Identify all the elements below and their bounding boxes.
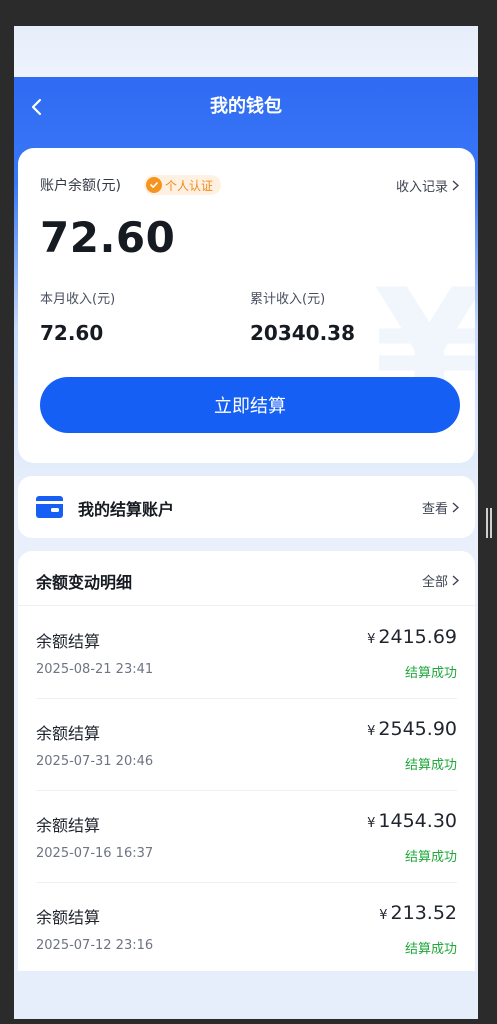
details-title: 余额变动明细 xyxy=(36,573,133,592)
income-records-label: 收入记录 xyxy=(395,180,448,195)
chevron-right-icon xyxy=(452,180,459,191)
transaction-status: 结算成功 xyxy=(404,758,457,773)
transaction-status: 结算成功 xyxy=(404,850,457,865)
transaction-amount: ¥ 1454.30 xyxy=(367,810,457,832)
transaction-name: 余额结算 xyxy=(36,632,101,651)
handle-bar xyxy=(490,508,492,538)
transaction-date: 2025-08-21 23:41 xyxy=(36,662,154,677)
transaction-amount-value: 213.52 xyxy=(390,902,457,924)
currency-symbol: ¥ xyxy=(367,632,376,647)
verification-badge: 个人认证 xyxy=(144,175,222,195)
transaction-amount-value: 2415.69 xyxy=(378,626,457,648)
app-frame: 我的钱包 ¥ 账户余额(元) 个人认证 收入记录 72.60 本月收入(元) 7… xyxy=(14,26,478,1019)
transaction-date: 2025-07-16 16:37 xyxy=(36,846,154,861)
settlement-account-label: 我的结算账户 xyxy=(78,500,175,519)
view-account-link[interactable]: 查看 xyxy=(422,498,459,517)
transaction-row[interactable]: 余额结算 2025-07-12 23:16 ¥ 213.52 结算成功 xyxy=(18,882,475,974)
transaction-row[interactable]: 余额结算 2025-07-16 16:37 ¥ 1454.30 结算成功 xyxy=(18,790,475,882)
transaction-status: 结算成功 xyxy=(404,942,457,957)
chevron-right-icon xyxy=(452,502,459,513)
status-area xyxy=(14,26,478,77)
transaction-name: 余额结算 xyxy=(36,724,101,743)
verification-badge-label: 个人认证 xyxy=(165,178,214,193)
balance-card: ¥ 账户余额(元) 个人认证 收入记录 72.60 本月收入(元) 72.60 … xyxy=(18,148,475,463)
settle-now-button[interactable]: 立即结算 xyxy=(40,377,460,433)
transaction-amount: ¥ 213.52 xyxy=(379,902,457,924)
transaction-amount: ¥ 2545.90 xyxy=(367,718,457,740)
transaction-name: 余额结算 xyxy=(36,908,101,927)
bottom-area xyxy=(14,971,478,1019)
transaction-row[interactable]: 余额结算 2025-08-21 23:41 ¥ 2415.69 结算成功 xyxy=(18,606,475,698)
wallet-card-icon xyxy=(36,496,63,518)
page-title: 我的钱包 xyxy=(210,96,282,117)
balance-label: 账户余额(元) xyxy=(40,178,121,194)
currency-symbol: ¥ xyxy=(367,724,376,739)
balance-details-card: 余额变动明细 全部 余额结算 2025-08-21 23:41 ¥ 2415.6… xyxy=(18,551,475,971)
transaction-date: 2025-07-12 23:16 xyxy=(36,938,154,953)
transaction-amount-value: 2545.90 xyxy=(378,718,457,740)
view-all-link[interactable]: 全部 xyxy=(422,571,459,590)
total-income-value: 20340.38 xyxy=(250,321,356,345)
transaction-name: 余额结算 xyxy=(36,816,101,835)
income-records-link[interactable]: 收入记录 xyxy=(396,176,459,195)
transaction-status: 结算成功 xyxy=(404,666,457,681)
total-income-label: 累计收入(元) xyxy=(250,292,326,307)
month-income-label: 本月收入(元) xyxy=(40,292,116,307)
transaction-amount-value: 1454.30 xyxy=(378,810,457,832)
transaction-amount: ¥ 2415.69 xyxy=(367,626,457,648)
month-income-value: 72.60 xyxy=(40,321,104,345)
currency-symbol: ¥ xyxy=(379,908,388,923)
resize-handle[interactable] xyxy=(486,508,492,538)
currency-symbol: ¥ xyxy=(367,816,376,831)
transaction-row[interactable]: 余额结算 2025-07-31 20:46 ¥ 2545.90 结算成功 xyxy=(18,698,475,790)
transaction-date: 2025-07-31 20:46 xyxy=(36,754,154,769)
view-account-label: 查看 xyxy=(421,502,448,517)
settlement-account-card[interactable]: 我的结算账户 查看 xyxy=(18,476,475,538)
chevron-right-icon xyxy=(452,575,459,586)
balance-amount: 72.60 xyxy=(40,213,176,262)
check-badge-icon xyxy=(146,177,162,193)
handle-bar xyxy=(486,508,488,538)
view-all-label: 全部 xyxy=(421,575,448,590)
